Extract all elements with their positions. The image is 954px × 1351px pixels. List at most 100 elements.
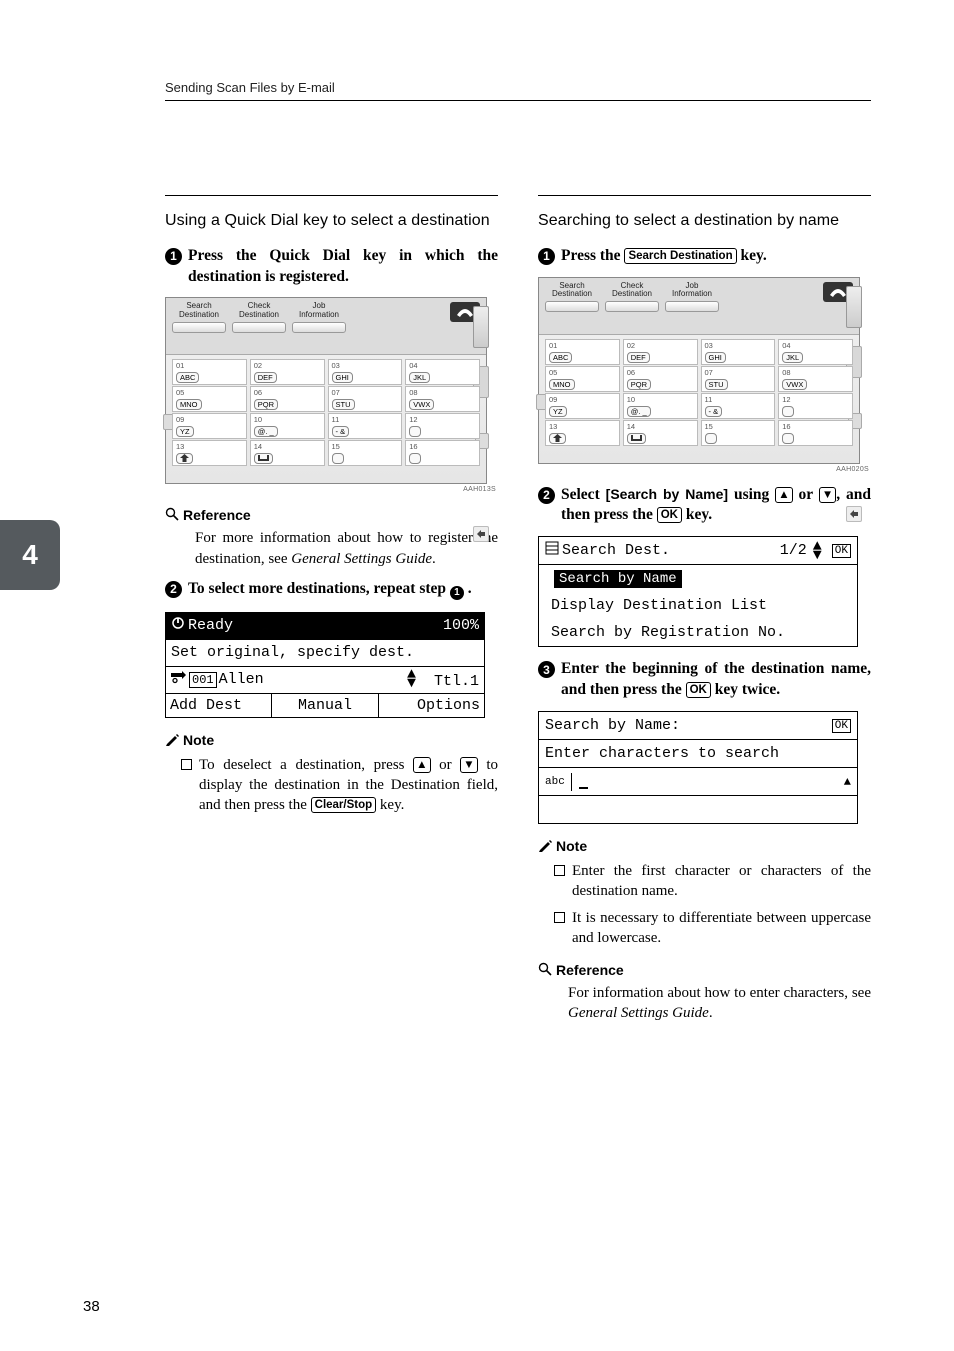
keypad-illustration-right: SearchDestination CheckDestination JobIn… [538, 277, 860, 464]
figure-id-left: AAH013S [165, 486, 496, 493]
note-icon [538, 838, 552, 855]
quickdial-key-03[interactable]: 03GHI [328, 359, 403, 385]
header-rule [165, 100, 871, 101]
check-destination-key[interactable]: CheckDestination [232, 302, 286, 333]
keypad-illustration: SearchDestination CheckDestination JobIn… [165, 297, 487, 484]
quickdial-key-05[interactable]: 05MNO [172, 386, 247, 412]
search-destination-key[interactable]: SearchDestination [172, 302, 226, 333]
quickdial-key-04[interactable]: 04JKL [778, 339, 853, 365]
quickdial-key-13[interactable]: 13Shift [172, 440, 247, 466]
bullet-icon [554, 912, 565, 923]
quickdial-key-11[interactable]: 11- & [328, 413, 403, 439]
quickdial-key-15[interactable]: 15 Symbols [328, 440, 403, 466]
step-2-left: 2 To select more destinations, repeat st… [165, 579, 498, 600]
step-1-left: 1 Press the Quick Dial key in which the … [165, 246, 498, 288]
quickdial-key-13[interactable]: 13Shift [545, 420, 620, 446]
quickdial-key-09[interactable]: 09YZ [172, 413, 247, 439]
right-column: Searching to select a destination by nam… [538, 195, 871, 1024]
up-key: ▲ [775, 487, 792, 503]
quickdial-key-01[interactable]: 01ABC [172, 359, 247, 385]
bullet-icon [554, 865, 565, 876]
section-title-search: Searching to select a destination by nam… [538, 210, 871, 232]
quickdial-key-06[interactable]: 06PQR [623, 366, 698, 392]
bullet-icon [181, 759, 192, 770]
lcd-input-empty-row [539, 796, 857, 823]
quickdial-key-10[interactable]: 10@. _ [250, 413, 325, 439]
lcd-ready: Ready 100% Set original, specify dest. 0… [165, 612, 485, 718]
note-heading-right: Note [538, 838, 871, 855]
lcd-total: ▲▼ Ttl.1 [407, 670, 479, 690]
quickdial-key-15[interactable]: 15 Symbols [701, 420, 776, 446]
step-number-3-icon: 3 [538, 661, 555, 678]
quickdial-key-08[interactable]: 08VWX [405, 386, 480, 412]
lcd-option-search-by-name[interactable]: Search by Name [539, 565, 857, 592]
ok-indicator: OK [832, 544, 851, 558]
quickdial-key-10[interactable]: 10@. _ [623, 393, 698, 419]
section-title-quickdial: Using a Quick Dial key to select a desti… [165, 210, 498, 232]
lcd-input-title: Search by Name: OK [539, 712, 857, 740]
step-3-right-text: Enter the beginning of the destination n… [561, 659, 871, 701]
panel-top-row: SearchDestination CheckDestination JobIn… [166, 298, 486, 355]
reference-heading-right: Reference [538, 962, 871, 979]
quickdial-key-02[interactable]: 02DEF [250, 359, 325, 385]
quickdial-key-12[interactable]: 12 [405, 413, 480, 439]
updown-icon: ▲▼ [407, 670, 416, 688]
lcd-status-row: Ready 100% [166, 613, 484, 640]
quickdial-key-07[interactable]: 07STU [328, 386, 403, 412]
lcd-percent: 100% [443, 617, 479, 634]
lcd-option-display-list[interactable]: Display Destination List [539, 592, 857, 619]
quickdial-key-06[interactable]: 06PQR [250, 386, 325, 412]
ref-step-1-icon: 1 [450, 586, 464, 600]
reference-icon [538, 962, 552, 979]
panel-arrow-icon [473, 526, 489, 542]
quickdial-key-12[interactable]: 12 [778, 393, 853, 419]
text-cursor [579, 775, 588, 789]
search-destination-key[interactable]: SearchDestination [545, 282, 599, 313]
quickdial-key-14[interactable]: 14Space [250, 440, 325, 466]
keypad-body: 01ABC02DEF03GHI04JKL 05MNO06PQR07STU08VW… [539, 335, 859, 463]
clear-stop-key: Clear/Stop [311, 797, 377, 813]
quickdial-key-14[interactable]: 14Space [623, 420, 698, 446]
power-icon [171, 616, 185, 635]
list-icon [545, 541, 559, 560]
quickdial-key-02[interactable]: 02DEF [623, 339, 698, 365]
left-column: Using a Quick Dial key to select a desti… [165, 195, 498, 1024]
quickdial-key-07[interactable]: 07STU [701, 366, 776, 392]
section-rule-right [538, 195, 871, 196]
quickdial-key-16[interactable]: 16 [405, 440, 480, 466]
quickdial-key-03[interactable]: 03GHI [701, 339, 776, 365]
page: Sending Scan Files by E-mail 4 38 Using … [0, 0, 954, 1351]
softkey-manual[interactable]: Manual [272, 694, 378, 717]
lcd-destination-row: 001 Allen ▲▼ Ttl.1 [166, 667, 484, 694]
note-item-first-char: Enter the first character or characters … [554, 861, 871, 902]
quickdial-key-08[interactable]: 08VWX [778, 366, 853, 392]
lcd-instruction-row: Set original, specify dest. [166, 640, 484, 667]
lcd-search-dest: Search Dest. 1/2 ▲▼ OK Search by Name Di… [538, 536, 858, 647]
panel-side-slot-top [473, 306, 489, 348]
lcd-title-row: Search Dest. 1/2 ▲▼ OK [539, 537, 857, 565]
softkey-add-dest[interactable]: Add Dest [166, 694, 272, 717]
note-item-deselect: To deselect a destination, press ▲ or ▼ … [181, 755, 498, 816]
job-information-key[interactable]: JobInformation [292, 302, 346, 333]
softkey-options[interactable]: Options [379, 694, 484, 717]
quickdial-key-04[interactable]: 04JKL [405, 359, 480, 385]
panel-arrow-icon [846, 506, 862, 522]
check-destination-key[interactable]: CheckDestination [605, 282, 659, 313]
step-number-2-icon: 2 [165, 581, 182, 598]
quickdial-key-16[interactable]: 16 [778, 420, 853, 446]
destination-name: Allen [219, 671, 264, 688]
lcd-input-field[interactable]: abc ▲ [539, 768, 857, 796]
reference-body-left: For more information about how to regist… [195, 528, 498, 569]
quickdial-key-01[interactable]: 01ABC [545, 339, 620, 365]
quickdial-key-09[interactable]: 09YZ [545, 393, 620, 419]
lcd-softkey-row: Add Dest Manual Options [166, 694, 484, 717]
down-key: ▼ [819, 487, 836, 503]
page-number: 38 [83, 1298, 100, 1315]
lcd-option-search-by-regno[interactable]: Search by Registration No. [539, 619, 857, 646]
note-item-case: It is necessary to differentiate between… [554, 908, 871, 949]
job-information-key[interactable]: JobInformation [665, 282, 719, 313]
reference-icon [165, 507, 179, 524]
quickdial-key-05[interactable]: 05MNO [545, 366, 620, 392]
lcd-search-input: Search by Name: OK Enter characters to s… [538, 711, 858, 824]
quickdial-key-11[interactable]: 11- & [701, 393, 776, 419]
